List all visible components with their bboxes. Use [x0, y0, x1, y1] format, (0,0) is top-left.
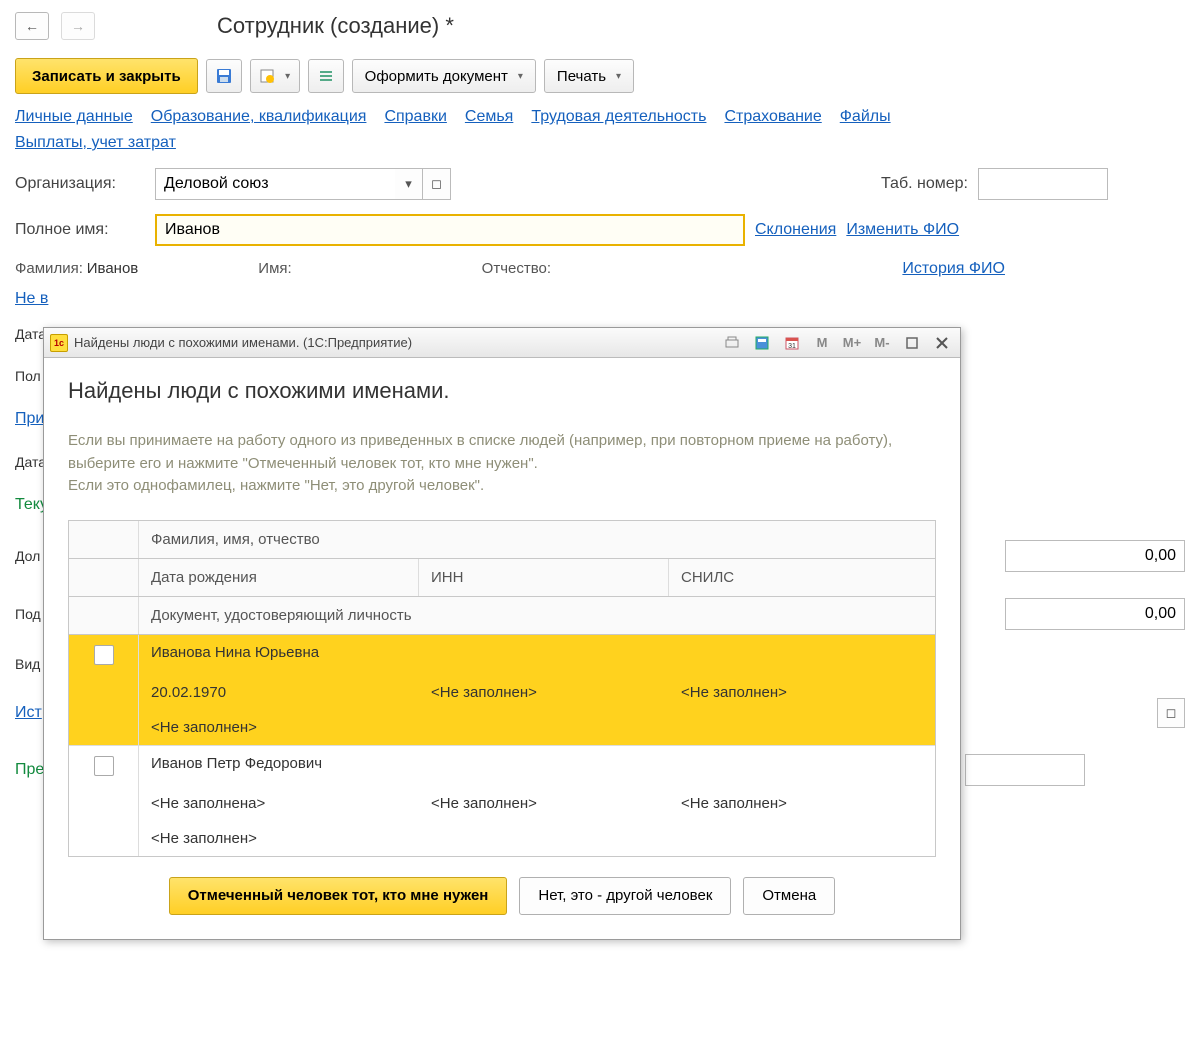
- cell-fio: Иванов Петр Федорович: [139, 746, 935, 786]
- cell-snils: <Не заполнен>: [669, 675, 935, 710]
- attachment-button[interactable]: ▾: [250, 59, 300, 93]
- link-references[interactable]: Справки: [384, 108, 446, 126]
- chevron-down-icon: ▾: [285, 71, 290, 82]
- cell-inn: <Не заполнен>: [419, 675, 669, 710]
- page-title: Сотрудник (создание) *: [217, 13, 454, 39]
- cell-fio: Иванова Нина Юрьевна: [139, 635, 935, 675]
- maximize-button[interactable]: [900, 332, 924, 354]
- chevron-down-icon: ▾: [518, 71, 523, 82]
- declensions-link[interactable]: Склонения: [755, 221, 836, 239]
- open-button[interactable]: ◻: [1157, 698, 1185, 728]
- col-inn: ИНН: [419, 559, 669, 596]
- name-label: Имя:: [258, 260, 291, 277]
- different-person-button[interactable]: Нет, это - другой человек: [519, 877, 731, 915]
- m-minus-button[interactable]: M-: [870, 332, 894, 354]
- surname-value: Иванов: [87, 260, 139, 277]
- fullname-label: Полное имя:: [15, 221, 145, 239]
- floppy-icon: [216, 68, 232, 84]
- organization-label: Организация:: [15, 175, 145, 193]
- bg-label: Ист: [15, 704, 42, 722]
- table-row[interactable]: Иванова Нина Юрьевна 20.02.1970 <Не запо…: [69, 635, 935, 746]
- cell-doc: <Не заполнен>: [139, 821, 935, 856]
- save-and-close-button[interactable]: Записать и закрыть: [15, 58, 198, 94]
- calendar-icon[interactable]: 31: [780, 332, 804, 354]
- organization-open-button[interactable]: ◻: [423, 168, 451, 200]
- cell-dob: <Не заполнена>: [139, 786, 419, 821]
- link-insurance[interactable]: Страхование: [724, 108, 821, 126]
- close-button[interactable]: [930, 332, 954, 354]
- cell-dob: 20.02.1970: [139, 675, 419, 710]
- bg-label: Под: [15, 606, 41, 622]
- chevron-down-icon: ▾: [616, 71, 621, 82]
- similar-names-dialog: 1c Найдены люди с похожими именами. (1С:…: [43, 327, 961, 940]
- link-personal-data[interactable]: Личные данные: [15, 108, 133, 126]
- surname-label: Фамилия:: [15, 260, 83, 277]
- m-button[interactable]: M: [810, 332, 834, 354]
- col-doc: Документ, удостоверяющий личность: [139, 597, 935, 634]
- col-fio: Фамилия, имя, отчество: [139, 521, 935, 558]
- nav-forward-button[interactable]: →: [61, 12, 95, 40]
- m-plus-button[interactable]: M+: [840, 332, 864, 354]
- link-files[interactable]: Файлы: [840, 108, 891, 126]
- row-checkbox[interactable]: [94, 645, 114, 665]
- bg-label: Дол: [15, 548, 40, 564]
- print-icon[interactable]: [720, 332, 744, 354]
- confirm-person-button[interactable]: Отмеченный человек тот, кто мне нужен: [169, 877, 508, 915]
- link-education[interactable]: Образование, квалификация: [151, 108, 367, 126]
- col-snils: СНИЛС: [669, 559, 935, 596]
- dialog-heading: Найдены люди с похожими именами.: [68, 378, 936, 404]
- organization-dropdown-button[interactable]: ▾: [395, 168, 423, 200]
- dialog-titlebar[interactable]: 1c Найдены люди с похожими именами. (1С:…: [44, 328, 960, 358]
- cell-inn: <Не заполнен>: [419, 786, 669, 821]
- row-checkbox[interactable]: [94, 756, 114, 776]
- col-dob: Дата рождения: [139, 559, 419, 596]
- print-button[interactable]: Печать ▾: [544, 59, 634, 93]
- organization-input[interactable]: [155, 168, 395, 200]
- tabnum-input[interactable]: [978, 168, 1108, 200]
- link-work-activity[interactable]: Трудовая деятельность: [531, 108, 706, 126]
- 1c-icon: 1c: [50, 334, 68, 352]
- tabnum-label: Таб. номер:: [881, 175, 968, 193]
- amount-input-2[interactable]: [1005, 598, 1185, 630]
- save-button[interactable]: [206, 59, 242, 93]
- small-input[interactable]: [965, 754, 1085, 786]
- calc-icon[interactable]: [750, 332, 774, 354]
- list-button[interactable]: [308, 59, 344, 93]
- nav-back-button[interactable]: ←: [15, 12, 49, 40]
- patronymic-label: Отчество:: [482, 260, 551, 277]
- not-in-link[interactable]: Не в: [15, 290, 48, 307]
- bg-label: Пре: [15, 761, 44, 779]
- create-document-button[interactable]: Оформить документ ▾: [352, 59, 536, 93]
- cancel-button[interactable]: Отмена: [743, 877, 835, 915]
- link-family[interactable]: Семья: [465, 108, 513, 126]
- amount-input-1[interactable]: [1005, 540, 1185, 572]
- cell-doc: <Не заполнен>: [139, 710, 935, 745]
- clip-icon: [259, 68, 275, 84]
- people-table: Фамилия, имя, отчество Дата рождения ИНН…: [68, 520, 936, 857]
- svg-text:31: 31: [788, 343, 796, 350]
- link-payments[interactable]: Выплаты, учет затрат: [15, 134, 176, 152]
- dialog-description: Если вы принимаете на работу одного из п…: [68, 430, 936, 498]
- list-icon: [318, 68, 334, 84]
- fullname-input[interactable]: [155, 214, 745, 246]
- history-fio-link[interactable]: История ФИО: [902, 260, 1005, 278]
- change-fio-link[interactable]: Изменить ФИО: [846, 221, 959, 239]
- dialog-title: Найдены люди с похожими именами. (1С:Пре…: [74, 335, 714, 350]
- cell-snils: <Не заполнен>: [669, 786, 935, 821]
- table-row[interactable]: Иванов Петр Федорович <Не заполнена> <Не…: [69, 746, 935, 856]
